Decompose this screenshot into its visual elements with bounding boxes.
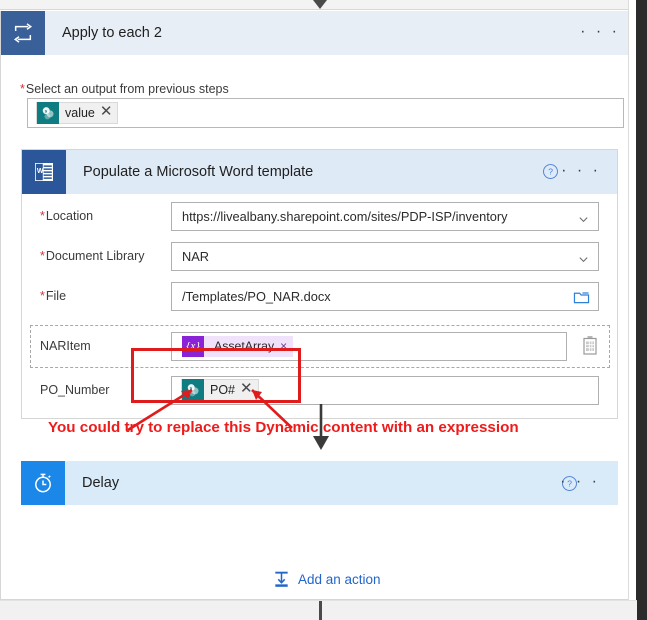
apply-to-each-more-menu[interactable]: · · ·	[580, 24, 620, 40]
po-number-label: PO_Number	[40, 383, 110, 397]
field-row-naritem: NARItem {x} AssetArray ×	[22, 326, 617, 366]
delay-card[interactable]: Delay	[21, 461, 618, 505]
word-document-icon: W	[22, 150, 66, 194]
expression-token-assetarray[interactable]: {x} AssetArray ×	[182, 335, 294, 357]
dynamic-token-value[interactable]: s value ✕	[36, 102, 119, 124]
flow-designer-canvas: Apply to each 2 · · · *Select an output …	[0, 0, 647, 620]
file-label: *File	[40, 289, 66, 303]
select-output-label: *Select an output from previous steps	[20, 82, 229, 96]
add-an-action-button[interactable]: Add an action	[272, 570, 381, 589]
help-icon[interactable]: ?	[542, 163, 559, 180]
word-card-header[interactable]: W Populate a Microsoft Word template	[22, 150, 617, 194]
token-label: AssetArray	[214, 339, 275, 353]
delay-card-more-menu[interactable]: · · ·	[560, 474, 600, 490]
naritem-label: NARItem	[40, 339, 91, 353]
field-row-location: *Location https://livealbany.sharepoint.…	[22, 196, 617, 236]
chevron-down-icon[interactable]	[578, 212, 589, 223]
required-marker: *	[40, 209, 45, 223]
document-library-dropdown[interactable]: NAR	[171, 241, 599, 271]
top-flow-arrow-icon	[313, 0, 327, 9]
select-output-label-text: Select an output from previous steps	[25, 82, 229, 96]
sharepoint-icon: s	[37, 102, 59, 124]
delay-card-title: Delay	[82, 475, 120, 491]
token-label: value	[65, 106, 95, 120]
loop-repeat-icon	[1, 11, 45, 55]
document-library-label: *Document Library	[40, 249, 145, 263]
chevron-down-icon[interactable]	[578, 252, 589, 263]
field-row-po-number: PO_Number s PO# ✕	[22, 370, 617, 410]
right-gutter	[628, 0, 636, 620]
apply-to-each-card: Apply to each 2 · · · *Select an output …	[0, 11, 637, 600]
naritem-input[interactable]: {x} AssetArray ×	[171, 331, 567, 361]
po-number-input[interactable]: s PO# ✕	[171, 375, 599, 405]
document-library-label-text: Document Library	[45, 249, 145, 263]
apply-to-each-header[interactable]: Apply to each 2 · · ·	[1, 11, 636, 55]
token-remove-icon[interactable]: ✕	[100, 104, 113, 119]
folder-icon[interactable]	[573, 290, 590, 305]
file-label-text: File	[45, 289, 67, 303]
apply-to-each-title: Apply to each 2	[62, 25, 162, 41]
svg-text:s: s	[45, 109, 48, 114]
token-remove-icon[interactable]: ✕	[240, 381, 253, 396]
field-row-document-library: *Document Library NAR	[22, 236, 617, 276]
svg-text:?: ?	[548, 167, 553, 177]
dynamic-token-po-number[interactable]: s PO# ✕	[181, 379, 259, 401]
required-marker: *	[40, 249, 45, 263]
select-output-input[interactable]: s value ✕	[27, 98, 624, 128]
location-label-text: Location	[45, 209, 94, 223]
location-value: https://livealbany.sharepoint.com/sites/…	[182, 208, 508, 224]
sharepoint-icon: s	[182, 379, 204, 401]
token-remove-icon[interactable]: ×	[280, 339, 287, 353]
token-label: PO#	[210, 383, 236, 397]
window-edge-band	[636, 0, 647, 620]
expression-icon: {x}	[182, 335, 204, 357]
word-card-more-menu[interactable]: · · ·	[561, 163, 601, 179]
annotation-text: You could try to replace this Dynamic co…	[48, 419, 519, 436]
required-marker: *	[20, 82, 25, 96]
required-marker: *	[40, 289, 45, 303]
svg-text:s: s	[190, 386, 193, 391]
bottom-flow-connector	[319, 601, 322, 620]
location-label: *Location	[40, 209, 93, 223]
file-value: /Templates/PO_NAR.docx	[182, 288, 331, 304]
add-an-action-label: Add an action	[298, 572, 381, 587]
svg-text:W: W	[37, 168, 44, 175]
document-library-value: NAR	[182, 248, 210, 264]
add-action-icon	[272, 570, 291, 589]
file-picker-input[interactable]: /Templates/PO_NAR.docx	[171, 281, 599, 311]
word-card-title: Populate a Microsoft Word template	[83, 164, 314, 180]
field-row-file: *File /Templates/PO_NAR.docx	[22, 276, 617, 316]
populate-word-template-card: W Populate a Microsoft Word template ? ·	[21, 149, 618, 419]
location-dropdown[interactable]: https://livealbany.sharepoint.com/sites/…	[171, 201, 599, 231]
table-grid-icon[interactable]	[581, 336, 599, 356]
stopwatch-icon	[21, 461, 65, 505]
